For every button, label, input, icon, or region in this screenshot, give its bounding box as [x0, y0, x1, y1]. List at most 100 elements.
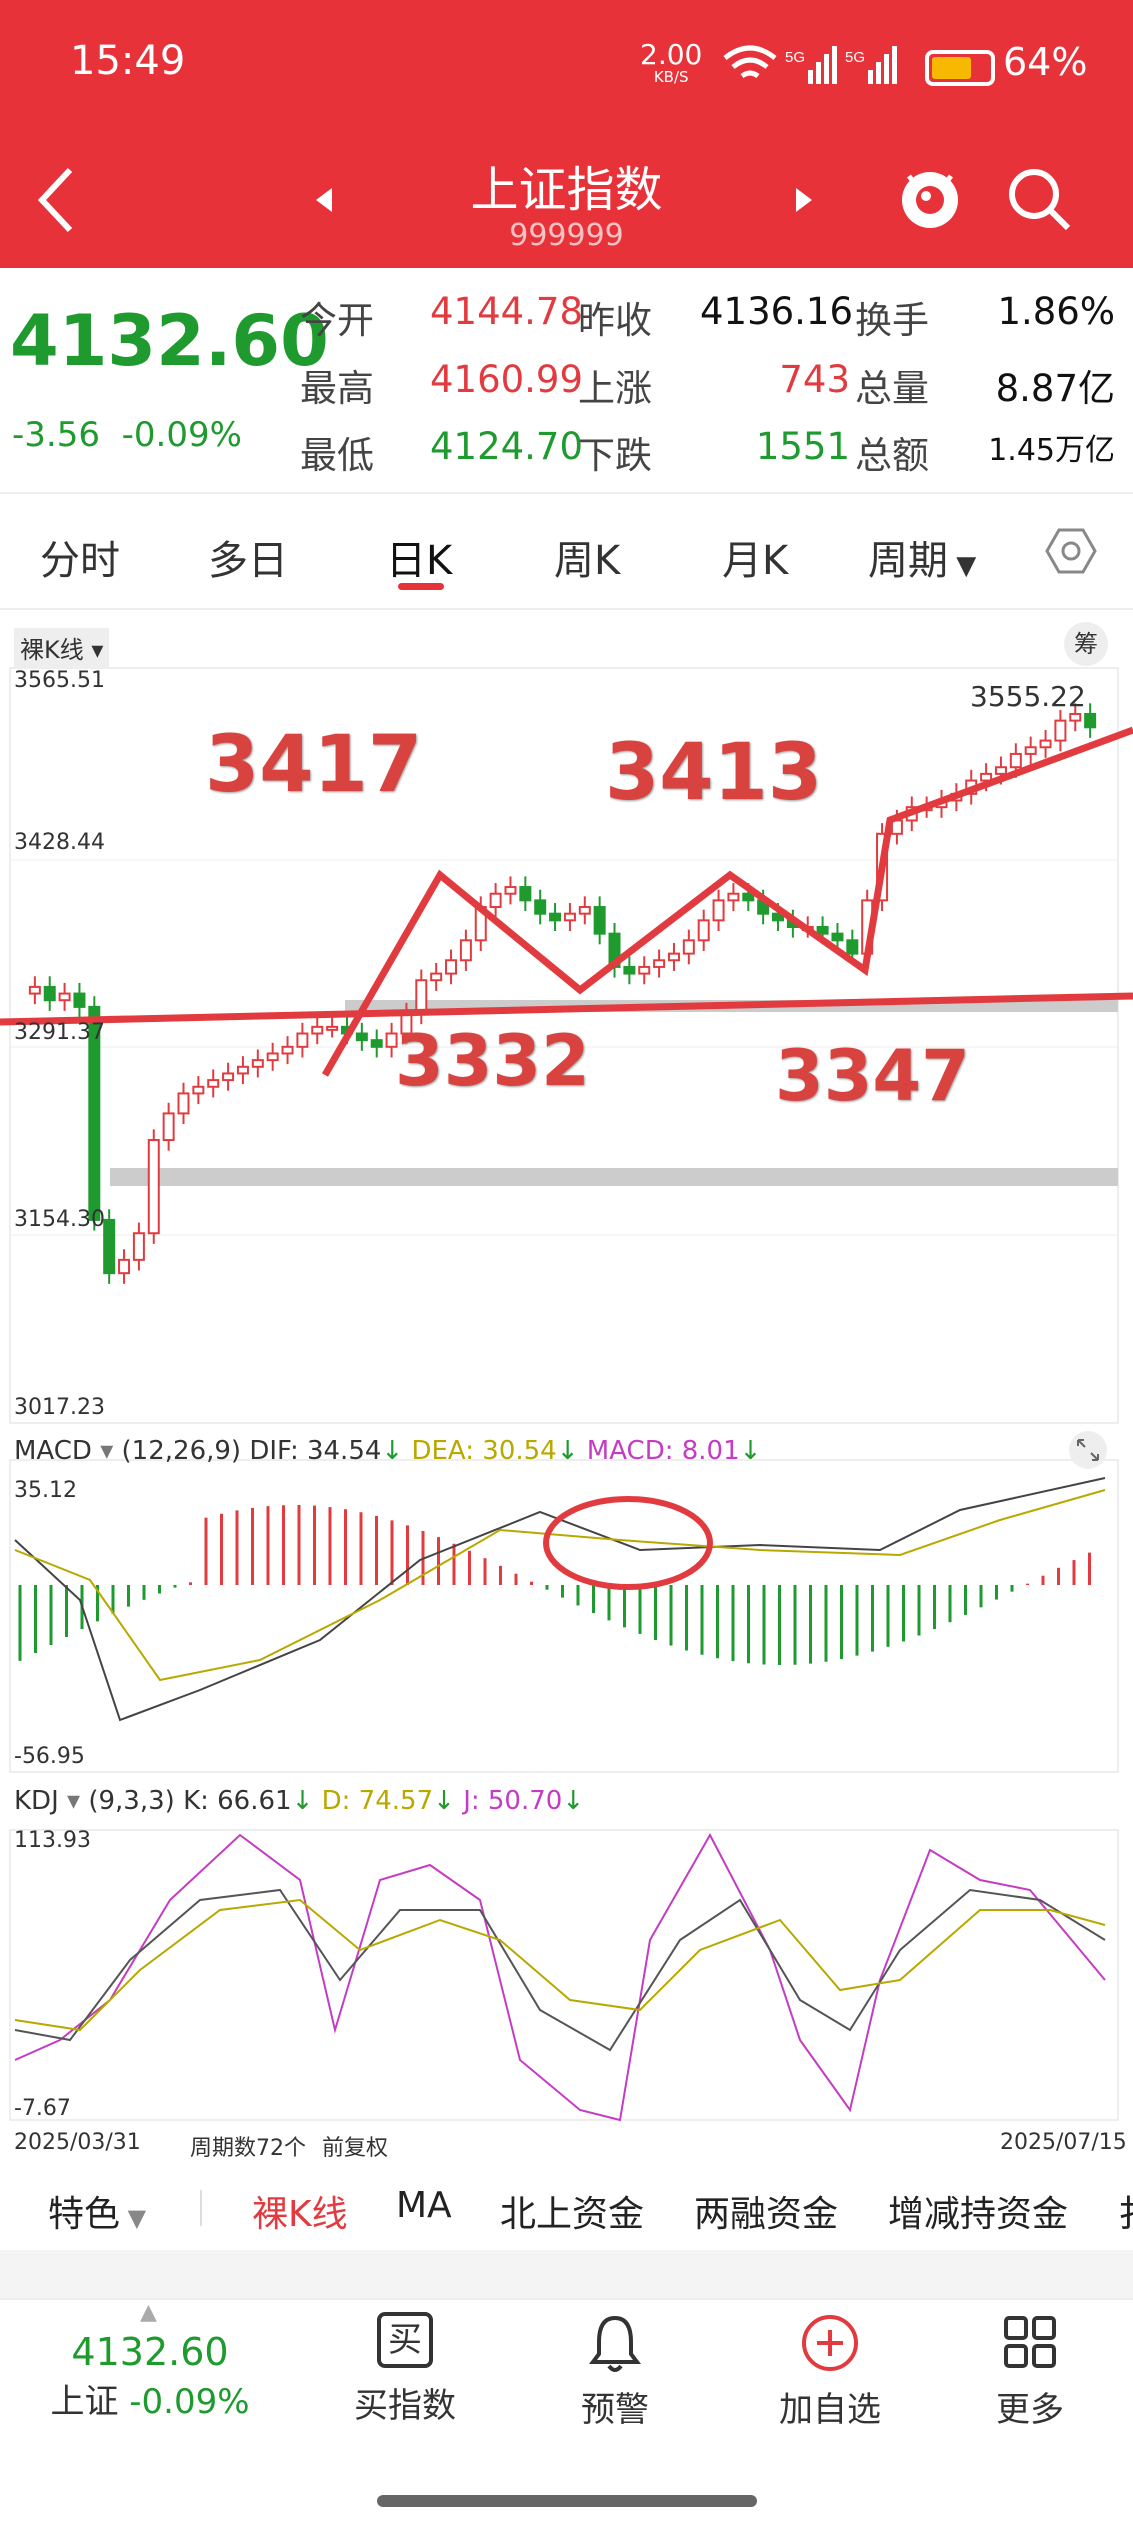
candle-body — [28, 985, 41, 995]
candle-body — [1024, 746, 1037, 755]
grid-icon — [1004, 2316, 1056, 2368]
macd-tick-label: -56.95 — [14, 1744, 85, 1769]
quote-value: 1551 — [755, 425, 850, 468]
tab-minute[interactable]: 分时 — [40, 528, 120, 586]
candle-body — [73, 992, 86, 1008]
candle-body — [415, 979, 428, 1015]
annotation-3417: 3417 — [205, 720, 423, 810]
y-tick-label: 3291.37 — [14, 1020, 105, 1045]
quote-label: 总额 — [855, 434, 929, 477]
candle-body — [667, 952, 680, 962]
candle-body — [370, 1039, 383, 1048]
macd-select[interactable]: MACD ▾ — [14, 1436, 113, 1466]
indicator-tab-holdings[interactable]: 增减持资金 — [888, 2185, 1068, 2237]
mascot-icon[interactable] — [895, 160, 965, 235]
more-button[interactable]: 更多 — [965, 2312, 1095, 2431]
period-count: 周期数72个 — [190, 2136, 306, 2161]
quote-label: 最高 — [300, 367, 374, 410]
signal-bars-icon — [808, 46, 837, 84]
tab-weekly-k[interactable]: 周K — [554, 528, 620, 586]
quote-label: 总量 — [855, 367, 929, 410]
y-tick-label: 3154.30 — [14, 1207, 105, 1232]
kdj-select[interactable]: KDJ ▾ — [14, 1786, 80, 1816]
candle-body — [162, 1112, 175, 1142]
signal-icons: 5G 5G — [723, 45, 897, 84]
candle-body — [1039, 739, 1052, 749]
macd-header: MACD ▾ (12,26,9) DIF: 34.54↓ DEA: 30.54↓… — [14, 1436, 762, 1466]
kline-chart[interactable] — [0, 612, 1133, 2172]
arrow-down-icon: ↓ — [739, 1436, 762, 1466]
candle-body — [311, 1025, 324, 1035]
candle-body — [445, 959, 458, 975]
date-start: 2025/03/31 — [14, 2130, 141, 2155]
adjust-mode[interactable]: 前复权 — [322, 2130, 388, 2162]
candle-body — [118, 1258, 131, 1275]
indicator-tab-northbound[interactable]: 北上资金 — [500, 2185, 644, 2237]
candle-body — [994, 766, 1007, 775]
candle-body — [58, 992, 71, 1002]
quote-label: 昨收 — [578, 299, 652, 342]
candle-body — [207, 1079, 220, 1088]
arrow-down-icon: ↓ — [433, 1786, 455, 1816]
next-stock-icon[interactable] — [788, 180, 818, 220]
support-band — [110, 1168, 1118, 1186]
candle-body — [281, 1045, 294, 1055]
candle-body — [266, 1052, 279, 1062]
bottom-quote[interactable]: 4132.60 上证 -0.09% — [40, 2330, 260, 2423]
buy-index-button[interactable]: 买 买指数 — [340, 2312, 470, 2427]
active-tab-indicator — [398, 583, 444, 590]
add-circle-icon — [802, 2315, 858, 2371]
tab-daily-k[interactable]: 日K — [386, 528, 452, 586]
tab-multi-day[interactable]: 多日 — [208, 528, 288, 586]
candle-body — [489, 892, 502, 909]
expand-icon[interactable] — [1068, 1430, 1108, 1470]
candle-body — [727, 892, 740, 902]
candle-body — [459, 939, 472, 962]
quote-label: 最低 — [300, 434, 374, 477]
indicator-tab-featured[interactable]: 特色 ▼ — [48, 2185, 146, 2237]
chip-distribution-button[interactable]: 筹 — [1064, 622, 1108, 666]
quote-value: 4144.78 — [430, 290, 584, 333]
candle-body — [177, 1092, 190, 1115]
search-icon[interactable] — [1000, 160, 1080, 240]
arrow-down-icon: ↓ — [381, 1436, 404, 1466]
candle-body — [638, 965, 651, 975]
circle-annotation — [543, 1496, 713, 1590]
tab-monthly-k[interactable]: 月K — [722, 528, 788, 586]
candle-body — [132, 1232, 145, 1261]
battery-percent: 64% — [1003, 40, 1088, 84]
indicator-tab-overflow[interactable]: 扌 — [1118, 2185, 1133, 2237]
indicator-tab-naked-k[interactable]: 裸K线 — [252, 2185, 348, 2237]
candle-body — [1009, 752, 1022, 769]
battery-icon — [925, 50, 995, 86]
svg-text:5G: 5G — [845, 49, 865, 66]
annotation-3347: 3347 — [775, 1035, 970, 1117]
candle-body — [326, 1025, 339, 1031]
add-watchlist-button[interactable]: 加自选 — [755, 2312, 905, 2431]
candle-body — [549, 912, 562, 922]
candle-body — [236, 1065, 249, 1075]
caret-down-icon: ▾ — [83, 636, 104, 664]
candle-body — [816, 925, 829, 935]
buy-icon: 买 — [377, 2312, 433, 2368]
settings-hexagon-icon[interactable] — [1045, 525, 1097, 577]
home-indicator — [377, 2495, 757, 2507]
indicator-tab-ma[interactable]: MA — [396, 2185, 452, 2226]
quote-value: 1.45万亿 — [988, 433, 1115, 468]
indicator-tab-margin[interactable]: 两融资金 — [694, 2185, 838, 2237]
tab-period[interactable]: 周期 ▼ — [868, 528, 976, 586]
candle-body — [742, 892, 755, 902]
kline-type-select[interactable]: 裸K线 ▾ — [14, 628, 110, 667]
quote-label: 今开 — [300, 299, 374, 342]
candle-body — [846, 939, 859, 955]
kdj-tick-label: -7.67 — [14, 2096, 71, 2121]
divider — [200, 2190, 202, 2226]
candle-body — [653, 959, 666, 968]
caret-down-icon: ▾ — [58, 1786, 81, 1816]
alert-button[interactable]: 预警 — [550, 2312, 680, 2431]
macd-tick-label: 35.12 — [14, 1478, 77, 1503]
date-end: 2025/07/15 — [1000, 2130, 1127, 2155]
candle-body — [578, 906, 591, 915]
current-price: 4132.60 — [10, 300, 329, 382]
arrow-down-icon: ↓ — [556, 1436, 579, 1466]
